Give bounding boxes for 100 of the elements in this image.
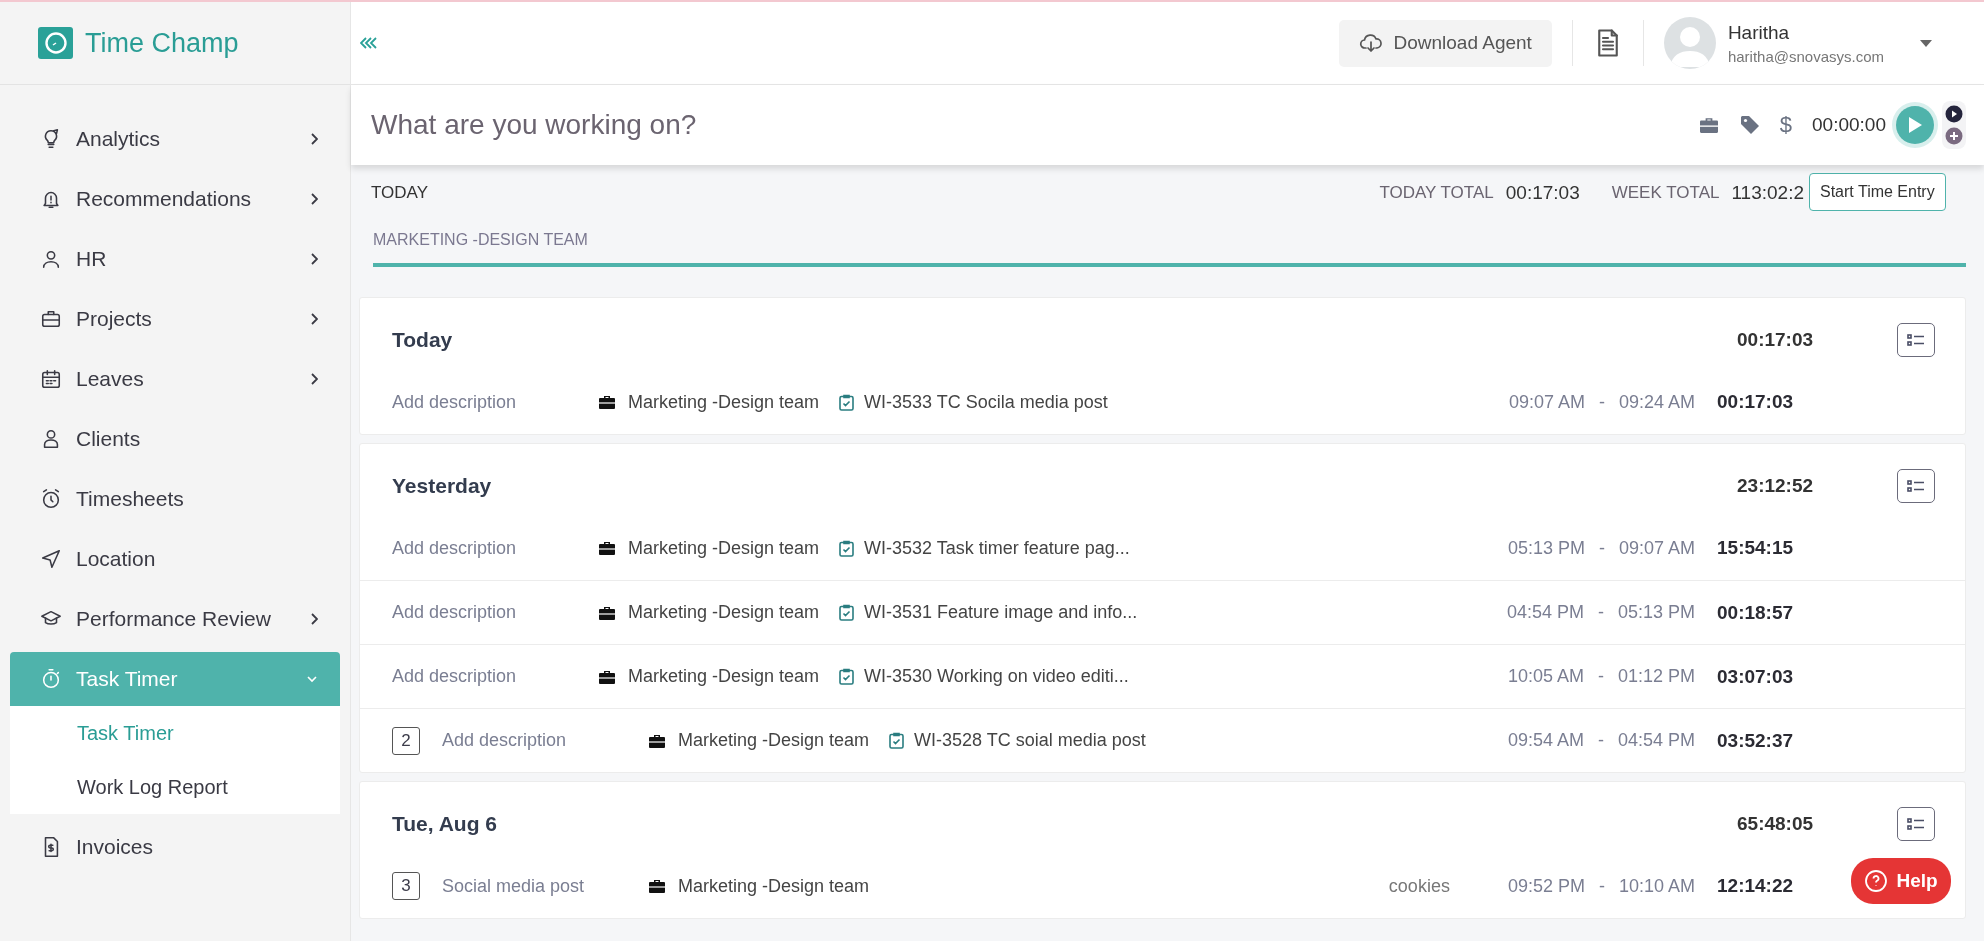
brand-name: Time Champ: [85, 27, 239, 59]
sidebar-item[interactable]: Clients: [10, 409, 340, 469]
end-time: 05:13 PM: [1617, 602, 1695, 623]
time-separator: -: [1597, 666, 1604, 687]
day-title: Tue, Aug 6: [392, 812, 498, 836]
entry-tag: cookies: [1388, 875, 1450, 897]
time-separator: -: [1598, 391, 1605, 413]
briefcase-icon: [598, 540, 616, 556]
briefcase-icon[interactable]: [1697, 116, 1720, 134]
start-time: 09:54 AM: [1507, 730, 1584, 751]
end-time: 01:12 PM: [1617, 666, 1695, 687]
task-name: WI-3533 TC Socila media post: [864, 391, 1108, 413]
alarm-clock-icon: [40, 488, 62, 510]
clipboard-check-icon: [839, 539, 855, 557]
project-name: Marketing -Design team: [628, 537, 820, 559]
time-separator: -: [1597, 730, 1604, 751]
time-separator: -: [1598, 537, 1605, 559]
question-icon: [1864, 869, 1889, 893]
list-view-button[interactable]: [1897, 469, 1935, 503]
briefcase-icon: [598, 668, 616, 685]
clipboard-check-icon: [839, 393, 855, 411]
task-name: WI-3528 TC soial media post: [914, 730, 1146, 751]
day-total: 00:17:03: [1737, 329, 1815, 351]
end-time: 09:24 AM: [1618, 391, 1695, 413]
help-button[interactable]: Help: [1851, 858, 1951, 904]
project-name: Marketing -Design team: [628, 391, 820, 413]
clipboard-check-icon: [839, 668, 855, 685]
sidebar-item[interactable]: Analytics: [10, 109, 340, 169]
add-icon[interactable]: [1945, 127, 1963, 145]
time-separator: -: [1598, 875, 1605, 897]
sidebar-item[interactable]: Timesheets: [10, 469, 340, 529]
billable-toggle[interactable]: $: [1779, 112, 1793, 138]
day-title: Yesterday: [392, 474, 493, 498]
list-icon: [1907, 479, 1925, 493]
task-name: WI-3532 Task timer feature pag...: [864, 537, 1130, 559]
list-icon: [1907, 333, 1925, 347]
sidebar-item[interactable]: Projects: [10, 289, 340, 349]
person-icon: [40, 248, 62, 270]
sidebar-item[interactable]: Recommendations: [10, 169, 340, 229]
entry-count-badge[interactable]: 2: [392, 726, 420, 755]
project-name: Marketing -Design team: [678, 730, 870, 751]
caret-icon[interactable]: [1920, 39, 1932, 47]
user-email: haritha@snovasys.com: [1727, 47, 1884, 65]
entry-description[interactable]: Add description: [392, 537, 598, 559]
double-chevron-left-icon: [360, 36, 380, 50]
start-time-entry-tooltip: Start Time Entry: [1809, 173, 1946, 211]
start-time: 09:52 PM: [1507, 875, 1585, 897]
entry-description[interactable]: Add description: [392, 602, 598, 623]
end-time: 09:07 AM: [1618, 537, 1695, 559]
today-total-label: TODAY TOTAL: [1379, 183, 1494, 203]
end-time: 10:10 AM: [1618, 875, 1695, 897]
day-total: 65:48:05: [1737, 813, 1815, 835]
list-view-button[interactable]: [1897, 807, 1935, 841]
briefcase-icon: [598, 394, 616, 410]
project-name: Marketing -Design team: [628, 602, 820, 623]
briefcase-icon: [648, 732, 666, 749]
task-name: WI-3531 Feature image and info...: [864, 602, 1138, 623]
entry-description[interactable]: Add description: [442, 730, 648, 751]
sidebar-item[interactable]: HR: [10, 229, 340, 289]
sidebar-item[interactable]: Leaves: [10, 349, 340, 409]
clock-logo-icon: [38, 27, 73, 59]
entry-duration: 12:14:22: [1717, 875, 1795, 897]
sidebar-item[interactable]: Location: [10, 529, 340, 589]
tag-icon[interactable]: [1739, 115, 1760, 135]
entry-description[interactable]: Social media post: [442, 875, 648, 897]
briefcase-icon: [598, 604, 616, 621]
today-total-value: 00:17:03: [1505, 182, 1580, 204]
entry-description[interactable]: Add description: [392, 391, 598, 413]
stopwatch-icon: [40, 668, 62, 690]
start-time: 05:13 PM: [1507, 537, 1585, 559]
entry-count-badge[interactable]: 3: [392, 872, 420, 900]
start-time: 09:07 AM: [1508, 391, 1585, 413]
day-title: Today: [392, 328, 454, 352]
sidebar-subitem[interactable]: Work Log Report: [10, 760, 340, 814]
clipboard-check-icon: [889, 732, 905, 749]
navigation-icon: [40, 548, 62, 570]
period-label: TODAY: [371, 183, 429, 203]
timer-bar[interactable]: What are you working on? $ 00:00:00: [351, 85, 1984, 165]
tab[interactable]: MARKETING -DESIGN TEAM: [373, 221, 1966, 267]
entry-duration: 00:18:57: [1717, 601, 1795, 624]
time-separator: -: [1597, 602, 1604, 623]
week-total-value: 113:02:2: [1731, 182, 1804, 204]
entry-duration: 03:52:37: [1717, 729, 1795, 752]
elapsed-time: 00:00:00: [1812, 114, 1886, 136]
start-time: 04:54 PM: [1506, 602, 1584, 623]
download-agent-button[interactable]: Download Agent: [1339, 19, 1552, 67]
entry-duration: 00:17:03: [1717, 391, 1795, 413]
sidebar-item[interactable]: Performance Review: [10, 589, 340, 649]
cloud-download-icon: [1359, 31, 1384, 55]
sidebar-item[interactable]: Invoices: [10, 817, 340, 877]
week-total-label: WEEK TOTAL: [1611, 183, 1720, 203]
task-description-input[interactable]: What are you working on?: [369, 108, 1698, 142]
entry-description[interactable]: Add description: [392, 666, 598, 687]
clipboard-check-icon: [839, 604, 855, 621]
list-view-button[interactable]: [1897, 323, 1935, 357]
briefcase-icon: [40, 308, 62, 330]
entry-duration: 15:54:15: [1717, 537, 1795, 559]
play-circle-icon[interactable]: [1945, 105, 1963, 123]
play-icon: [1907, 116, 1923, 134]
end-time: 04:54 PM: [1617, 730, 1695, 751]
